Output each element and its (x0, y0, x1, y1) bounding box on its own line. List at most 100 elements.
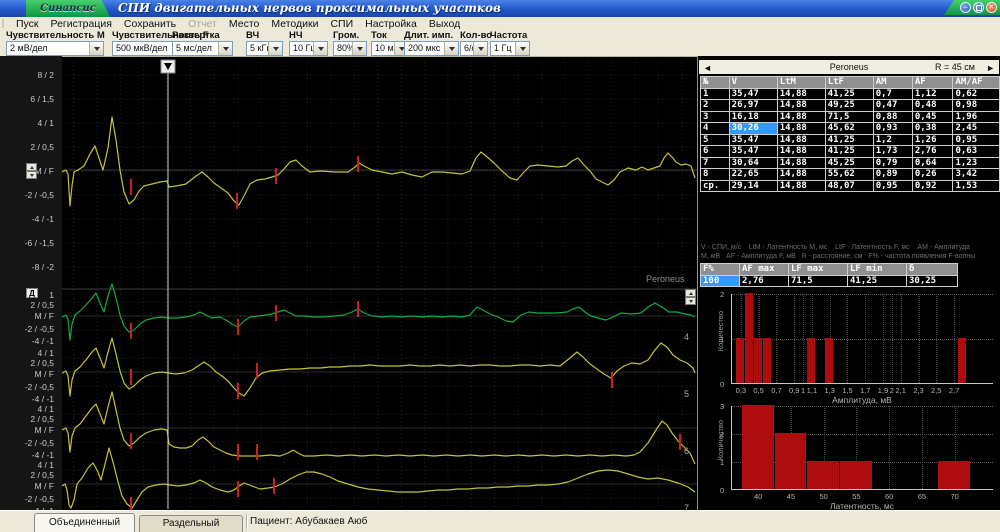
table-cell[interactable]: 0,26 (912, 169, 953, 181)
table-cell[interactable]: 0,93 (873, 123, 912, 135)
menu-item-1[interactable]: Пуск (10, 18, 45, 30)
combo-dropdown-button-sweep[interactable] (218, 42, 232, 55)
table-cell[interactable]: 0,7 (873, 88, 912, 100)
combo-lf-filter[interactable]: 10 Гц (289, 41, 328, 56)
table-cell[interactable]: 14,88 (777, 169, 825, 181)
tab-separate[interactable]: Раздельный (139, 515, 243, 532)
combo-hf-filter[interactable]: 5 кГц (246, 41, 283, 56)
table-cell[interactable]: 0,45 (912, 111, 953, 123)
table-cell[interactable]: 5 (701, 134, 730, 146)
table-cell[interactable]: 45,62 (825, 123, 873, 135)
table-cell[interactable]: 1,23 (953, 157, 1000, 169)
table-cell[interactable]: 4 (701, 123, 730, 135)
table-cell[interactable]: 0,95 (873, 180, 912, 192)
menu-item-8[interactable]: Настройка (359, 18, 423, 30)
table-cell[interactable]: 2 (701, 100, 730, 112)
table-cell[interactable]: 0,92 (912, 180, 953, 192)
table-cell[interactable]: 0,88 (873, 111, 912, 123)
table-cell[interactable]: 0,48 (912, 100, 953, 112)
menu-item-7[interactable]: СПИ (324, 18, 359, 30)
combo-dropdown-button-frequency[interactable] (515, 42, 529, 55)
ftable-cell[interactable]: 30,25 (907, 275, 958, 287)
table-cell[interactable]: 3 (701, 111, 730, 123)
table-cell[interactable]: 41,25 (825, 146, 873, 158)
table-cell[interactable]: 14,88 (777, 157, 825, 169)
menu-item-5[interactable]: Место (223, 18, 266, 30)
table-cell[interactable]: 0,98 (953, 100, 1000, 112)
table-cell[interactable]: 14,88 (777, 146, 825, 158)
table-cell[interactable]: 71,5 (825, 111, 873, 123)
table-cell[interactable]: 14,88 (777, 111, 825, 123)
table-cell[interactable]: 14,88 (777, 134, 825, 146)
table-cell[interactable]: 55,62 (825, 169, 873, 181)
table-cell[interactable]: 45,25 (825, 157, 873, 169)
lower-pane-down-button[interactable] (685, 297, 696, 305)
combo-sensitivity-m[interactable]: 2 мВ/дел (6, 41, 104, 56)
table-cell[interactable]: 16,18 (729, 111, 777, 123)
ftable-cell[interactable]: 100 (701, 275, 740, 287)
table-cell[interactable]: 0,89 (873, 169, 912, 181)
table-cell[interactable]: 49,25 (825, 100, 873, 112)
table-cell[interactable]: 41,25 (825, 88, 873, 100)
combo-dropdown-button-hf-filter[interactable] (268, 42, 282, 55)
table-cell[interactable]: 1,26 (912, 134, 953, 146)
table-cell[interactable]: 14,88 (777, 180, 825, 192)
tab-combined[interactable]: Объединенный (34, 513, 135, 532)
table-cell[interactable]: 14,88 (777, 88, 825, 100)
combo-sweep[interactable]: 5 мс/дел (172, 41, 233, 56)
table-cell[interactable]: 1,12 (912, 88, 953, 100)
combo-count[interactable]: 6/о (460, 41, 488, 56)
ftable-cell[interactable]: 41,25 (848, 275, 907, 287)
table-cell[interactable]: 1 (701, 88, 730, 100)
table-cell[interactable]: 35,47 (729, 134, 777, 146)
menu-item-6[interactable]: Методики (265, 18, 324, 30)
table-cell[interactable]: 3,42 (953, 169, 1000, 181)
combo-dropdown-button-pulse-duration[interactable] (444, 42, 458, 55)
table-cell[interactable]: 30,64 (729, 157, 777, 169)
lower-pane-up-button[interactable] (685, 289, 696, 297)
table-cell[interactable]: 6 (701, 146, 730, 158)
table-cell[interactable]: 30,26 (729, 123, 777, 135)
scale-up-button[interactable] (26, 163, 37, 171)
table-cell[interactable]: 14,88 (777, 100, 825, 112)
table-cell[interactable]: 2,45 (953, 123, 1000, 135)
close-button[interactable]: ✕ (986, 2, 997, 13)
menu-item-2[interactable]: Регистрация (45, 18, 118, 30)
scale-down-button[interactable] (26, 171, 37, 179)
table-cell[interactable]: 0,79 (873, 157, 912, 169)
table-cell[interactable]: 0,47 (873, 100, 912, 112)
ftable-cell[interactable]: 2,76 (740, 275, 789, 287)
combo-dropdown-button-volume[interactable] (352, 42, 366, 55)
table-cell[interactable]: 0,64 (912, 157, 953, 169)
table-cell[interactable]: 7 (701, 157, 730, 169)
combo-dropdown-button-count[interactable] (473, 42, 487, 55)
table-cell[interactable]: 14,88 (777, 123, 825, 135)
table-cell[interactable]: 29,14 (729, 180, 777, 192)
table-cell[interactable]: 0,95 (953, 134, 1000, 146)
combo-volume[interactable]: 80% (333, 41, 367, 56)
ftable-cell[interactable]: 71,5 (789, 275, 848, 287)
table-cell[interactable]: 26,97 (729, 100, 777, 112)
table-cell[interactable]: 1,73 (873, 146, 912, 158)
table-cell[interactable]: 1,2 (873, 134, 912, 146)
table-cell[interactable]: 1,53 (953, 180, 1000, 192)
restore-button[interactable] (973, 2, 984, 13)
minimize-button[interactable]: – (960, 2, 971, 13)
table-cell[interactable]: 41,25 (825, 134, 873, 146)
table-cell[interactable]: 0,62 (953, 88, 1000, 100)
table-cell[interactable]: 1,96 (953, 111, 1000, 123)
combo-dropdown-button-lf-filter[interactable] (313, 42, 327, 55)
table-cell[interactable]: 0,63 (953, 146, 1000, 158)
menu-item-9[interactable]: Выход (423, 18, 466, 30)
table-cell[interactable]: 35,47 (729, 146, 777, 158)
combo-pulse-duration[interactable]: 200 мкс (404, 41, 459, 56)
table-cell[interactable]: 48,07 (825, 180, 873, 192)
table-cell[interactable]: 35,47 (729, 88, 777, 100)
combo-frequency[interactable]: 1 Гц (490, 41, 530, 56)
combo-dropdown-button-sensitivity-m[interactable] (89, 42, 103, 55)
table-cell[interactable]: 0,38 (912, 123, 953, 135)
next-trace-button[interactable]: ► (986, 63, 995, 73)
table-cell[interactable]: 2,76 (912, 146, 953, 158)
table-cell[interactable]: 22,65 (729, 169, 777, 181)
menu-item-3[interactable]: Сохранить (118, 18, 182, 30)
